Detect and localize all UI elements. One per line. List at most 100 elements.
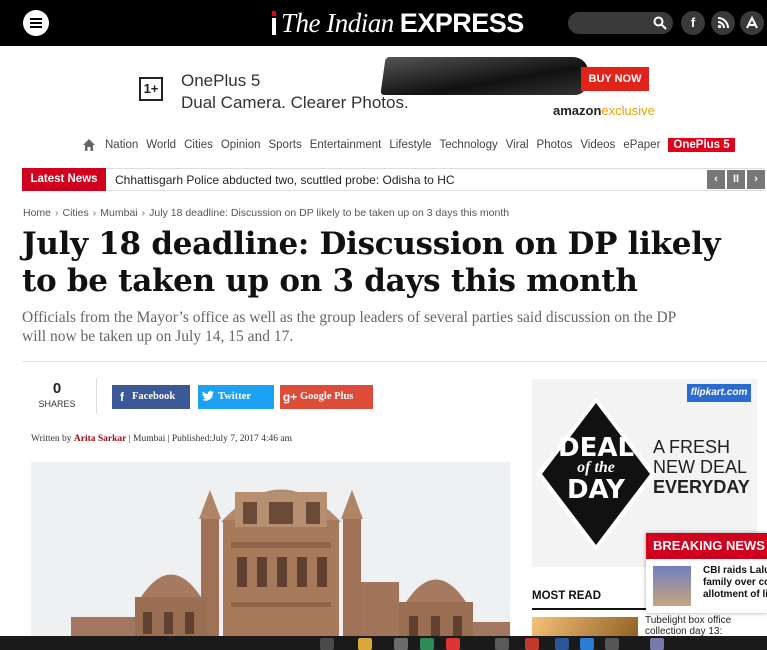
nav-item-sports[interactable]: Sports — [268, 139, 301, 151]
nav-item-technology[interactable]: Technology — [440, 139, 498, 151]
ticker-next-button[interactable]: › — [747, 170, 765, 189]
most-read-heading: MOST READ — [532, 590, 601, 602]
taskbar-icon[interactable] — [580, 638, 594, 650]
latest-news-tag: Latest News — [22, 168, 106, 191]
ad-line-1: OnePlus 5 — [181, 71, 261, 90]
article-image — [31, 462, 510, 650]
share-count: 0 SHARES — [33, 380, 81, 409]
search-icon[interactable] — [653, 16, 667, 30]
deal-text: DEAL — [558, 433, 635, 463]
exclusive-text: exclusive — [601, 103, 655, 118]
breadcrumb-cities[interactable]: Cities — [63, 207, 89, 219]
menu-icon — [30, 18, 42, 20]
nav-item-promo[interactable]: OnePlus 5 — [668, 138, 735, 152]
nav-item-photos[interactable]: Photos — [537, 139, 573, 151]
ticker-controls: ‹ II › — [705, 170, 765, 189]
oneplus-logo-icon: 1+ — [139, 77, 163, 101]
day-text: DAY — [566, 475, 626, 505]
breadcrumb: Home › Cities › Mumbai › July 18 deadline: Dis… — [23, 207, 510, 219]
google-plus-share-button[interactable]: g+ Google Plus — [280, 385, 373, 409]
author-link[interactable]: Arita Sarkar — [74, 434, 127, 444]
nav-item-videos[interactable]: Videos — [580, 139, 615, 151]
phone-image — [380, 57, 591, 95]
folder-icon[interactable] — [358, 638, 372, 650]
breaking-line-2: family over co — [703, 577, 767, 588]
most-read-item[interactable]: Tubelight box office collection day 13: — [645, 615, 731, 637]
breaking-news-text: CBI raids Lalu family over co allotment … — [703, 565, 767, 601]
nav-item-world[interactable]: World — [146, 139, 176, 151]
taskbar-icon[interactable] — [650, 638, 664, 650]
most-read-underline — [532, 608, 647, 610]
breaking-news-popup[interactable]: BREAKING NEWS CBI raids Lalu family over… — [646, 533, 767, 613]
twitter-icon — [198, 385, 218, 409]
share-count-label: SHARES — [38, 399, 76, 409]
divider — [22, 361, 767, 362]
article-subtitle: Officials from the Mayor’s office as wel… — [22, 308, 767, 346]
subtitle-line-2: will now be taken up on July 14, 15 and … — [22, 328, 294, 345]
main-nav: Nation World Cities Opinion Sports Enter… — [82, 136, 735, 154]
breaking-news-heading: BREAKING NEWS — [646, 533, 767, 559]
chrome-icon[interactable] — [446, 638, 460, 650]
twitter-share-button[interactable]: Twitter — [198, 385, 274, 409]
ticker-headline[interactable]: Chhattisgarh Police abducted two, scuttl… — [115, 173, 455, 187]
nav-item-entertainment[interactable]: Entertainment — [310, 139, 382, 151]
ticker-prev-button[interactable]: ‹ — [707, 170, 725, 189]
app-store-icon[interactable] — [740, 11, 764, 35]
taskbar-icon[interactable] — [420, 638, 434, 650]
subtitle-line-1: Officials from the Mayor’s office as wel… — [22, 309, 677, 326]
taskbar-icon[interactable] — [394, 638, 408, 650]
site-logo[interactable]: The Indian EXPRESS — [270, 6, 524, 40]
logo-text-bold: EXPRESS — [399, 7, 525, 38]
fresh-line-1: A FRESH — [653, 437, 731, 457]
twitter-share-label: Twitter — [218, 391, 252, 402]
menu-button[interactable] — [23, 10, 49, 36]
breaking-line-3: allotment of li — [703, 589, 767, 600]
rss-icon[interactable] — [711, 11, 735, 35]
taskbar-icon[interactable] — [525, 638, 539, 650]
facebook-icon[interactable]: f — [681, 11, 705, 35]
fresh-deal-text: A FRESH NEW DEAL EVERYDAY — [653, 437, 750, 497]
facebook-share-label: Facebook — [132, 391, 176, 402]
nav-item-opinion[interactable]: Opinion — [221, 139, 261, 151]
nav-item-nation[interactable]: Nation — [105, 139, 138, 151]
most-read-line-1: Tubelight box office — [645, 615, 732, 626]
nav-item-lifestyle[interactable]: Lifestyle — [389, 139, 431, 151]
taskbar-icon[interactable] — [320, 638, 334, 650]
nav-item-viral[interactable]: Viral — [506, 139, 529, 151]
taskbar-icon[interactable] — [605, 638, 619, 650]
buy-now-button[interactable]: BUY NOW — [581, 67, 649, 91]
nav-item-cities[interactable]: Cities — [184, 139, 213, 151]
amazon-exclusive-label: amazonexclusive — [553, 103, 655, 118]
logo-mark-icon — [270, 11, 278, 35]
logo-text: The Indian — [281, 7, 394, 38]
taskbar-icon[interactable] — [495, 638, 509, 650]
browser-viewport: { "site": { "logo_the": "The Indian", "l… — [0, 0, 767, 650]
os-taskbar — [0, 636, 767, 650]
ad-banner[interactable]: 1+ OnePlus 5 Dual Camera. Clearer Photos… — [133, 57, 665, 123]
share-count-number: 0 — [52, 380, 62, 397]
taskbar-icon[interactable] — [555, 638, 569, 650]
search-input[interactable] — [568, 12, 673, 34]
fresh-line-2: NEW DEAL — [653, 457, 748, 477]
breadcrumb-mumbai[interactable]: Mumbai — [100, 207, 137, 219]
home-icon[interactable] — [82, 138, 96, 152]
byline-meta: | Mumbai | Published:July 7, 2017 4:46 a… — [128, 434, 292, 444]
amazon-text: amazon — [553, 103, 602, 118]
menu-icon-bar — [30, 26, 42, 28]
fresh-line-3: EVERYDAY — [653, 477, 750, 497]
google-plus-share-label: Google Plus — [300, 391, 354, 402]
byline: Written by Arita Sarkar | Mumbai | Publi… — [31, 434, 292, 444]
share-divider — [96, 378, 97, 414]
breadcrumb-current: July 18 deadline: Discussion on DP likel… — [149, 207, 510, 219]
menu-icon-bar — [30, 22, 42, 24]
nav-item-epaper[interactable]: ePaper — [623, 139, 660, 151]
breaking-line-1: CBI raids Lalu — [703, 565, 767, 576]
article-title: July 18 deadline: Discussion on DP likel… — [22, 226, 721, 299]
ticker-pause-button[interactable]: II — [727, 170, 745, 189]
facebook-icon: f — [120, 390, 124, 404]
facebook-share-button[interactable]: f Facebook — [112, 385, 190, 409]
breaking-news-thumbnail — [653, 566, 691, 606]
byline-prefix: Written by — [31, 434, 72, 444]
google-plus-icon: g+ — [282, 390, 298, 404]
breadcrumb-home[interactable]: Home — [23, 207, 51, 219]
